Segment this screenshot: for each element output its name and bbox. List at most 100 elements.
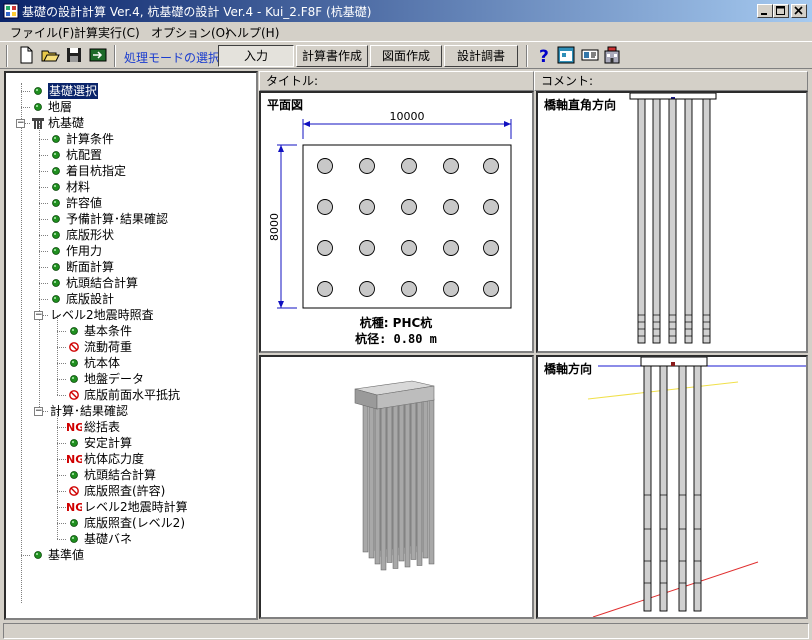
ng-badge-icon: NG	[66, 421, 82, 434]
tree-guide-line	[21, 107, 30, 108]
tree-item-label: 安定計算	[84, 436, 133, 450]
status-ok-icon	[52, 183, 60, 191]
perpendicular-view-title: 橋軸直角方向	[544, 98, 617, 112]
red-layer-line	[592, 561, 759, 617]
tree-item-label: 杭配置	[66, 148, 103, 162]
menu-calc[interactable]: 計算実行(C)	[74, 24, 140, 41]
pile-circle	[443, 199, 459, 215]
menu-bar: ファイル(F) 計算実行(C) オプション(O) ヘルプ(H)	[0, 22, 812, 41]
collapse-toggle-icon[interactable]: −	[34, 407, 43, 416]
tree-item-label: 予備計算･結果確認	[66, 212, 169, 226]
pile-elevation	[643, 365, 652, 612]
mode-select-label: 処理モードの選択	[124, 51, 221, 65]
status-ok-icon	[34, 103, 42, 111]
open-folder-icon[interactable]	[40, 45, 60, 65]
maximize-button[interactable]	[773, 4, 789, 18]
ng-badge-icon: NG	[66, 501, 82, 514]
tree-item-label: レベル2地震時計算	[84, 500, 188, 514]
close-button[interactable]	[791, 4, 807, 18]
tree-item-label: レベル2地震時照査	[50, 308, 154, 322]
3d-pile	[422, 396, 429, 559]
tree-guide-line	[39, 267, 48, 268]
calc-report-button[interactable]: 計算書作成	[296, 45, 368, 67]
save-icon[interactable]	[64, 45, 84, 65]
status-ok-icon	[70, 519, 78, 527]
tree-item-label: 底版形状	[66, 228, 115, 242]
export-icon[interactable]	[88, 45, 108, 65]
status-ok-icon	[70, 535, 78, 543]
tree-guide-line	[21, 555, 30, 556]
3d-pile	[410, 398, 417, 560]
collapse-toggle-icon[interactable]: −	[16, 119, 25, 128]
toolbar-grip	[6, 45, 8, 67]
tree-item-label: 基本条件	[84, 324, 133, 338]
tree-view[interactable]: 基礎選択 地層 − 杭基礎 計算条件 杭配置 着目杭指定 材料 許容値 予備計算･結果確認 底版形状…	[4, 71, 258, 620]
menu-file[interactable]: ファイル(F)	[10, 24, 74, 41]
tree-item-label: 許容値	[66, 196, 103, 210]
status-ok-icon	[70, 327, 78, 335]
tree-guide-line	[39, 251, 48, 252]
pile-circle	[359, 158, 375, 174]
pile-circle	[401, 158, 417, 174]
tree-guide-line	[21, 91, 30, 92]
3d-pile	[416, 400, 423, 566]
tree-item-label: 杭本体	[84, 356, 121, 370]
tree-item-label: 計算条件	[66, 132, 115, 146]
ng-badge-text: NG	[66, 501, 82, 514]
drawing-button[interactable]: 図面作成	[370, 45, 442, 67]
pile-circle	[443, 158, 459, 174]
menu-help[interactable]: ヘルプ(H)	[225, 24, 279, 41]
tree-guide-line	[57, 491, 66, 492]
pile-circle	[401, 199, 417, 215]
minimize-button[interactable]	[757, 4, 773, 18]
window-title: 基礎の設計計算 Ver.4, 杭基礎の設計 Ver.4 - Kui_2.F8F …	[22, 5, 372, 19]
pile-circle	[317, 158, 333, 174]
perpendicular-drawing	[629, 93, 717, 344]
tree-item-label: 基準値	[48, 548, 85, 562]
tree-guide-line	[57, 347, 66, 348]
id-card-icon[interactable]	[580, 45, 600, 65]
pile-circle	[483, 199, 499, 215]
pile-elevation	[652, 98, 661, 344]
title-bar[interactable]: 基礎の設計計算 Ver.4, 杭基礎の設計 Ver.4 - Kui_2.F8F …	[0, 0, 812, 22]
tree-item-label: 杭体応力度	[84, 452, 145, 466]
tree-item-label: 基礎選択	[46, 82, 100, 100]
tree-item-label: 底版照査(レベル2)	[84, 516, 185, 530]
plan-drawing: 10000 8000 杭種: PHC杭 杭径: 0.80 m	[268, 110, 512, 346]
tree-guide-line	[39, 299, 48, 300]
status-ok-icon	[52, 247, 60, 255]
perpendicular-view-panel: 橋軸直角方向	[536, 91, 808, 353]
toolbar: 処理モードの選択 入力 計算書作成 図面作成 設計調書 ?	[0, 41, 812, 69]
toolbar-separator	[526, 45, 528, 67]
status-cell	[3, 623, 809, 639]
design-report-button[interactable]: 設計調書	[444, 45, 518, 67]
tree-guide-line	[57, 331, 66, 332]
3d-pile	[368, 400, 375, 559]
tree-item-label: 底版前面水平抵抗	[84, 388, 181, 402]
comment-header[interactable]: コメント:	[534, 71, 808, 91]
tree-guide-line	[57, 427, 66, 428]
height-dimension-text: 8000	[268, 213, 281, 241]
app-icon	[3, 3, 19, 19]
tree-item-label: 底版設計	[66, 292, 115, 306]
ng-badge-text: NG	[66, 421, 82, 434]
help-icon[interactable]: ?	[534, 45, 554, 65]
collapse-toggle-icon[interactable]: −	[34, 311, 43, 320]
status-ok-icon	[70, 359, 78, 367]
tree-item-label: 杭頭結合計算	[66, 276, 139, 290]
width-dimension-text: 10000	[390, 110, 425, 123]
pile-circle	[483, 240, 499, 256]
pile-circle	[401, 281, 417, 297]
title-header[interactable]: タイトル:	[259, 71, 534, 91]
input-mode-button[interactable]: 入力	[218, 45, 294, 67]
close-icon	[794, 6, 803, 15]
tree-guide-line	[39, 219, 48, 220]
window-settings-icon[interactable]	[556, 45, 576, 65]
tree-guide-line	[39, 171, 48, 172]
menu-options[interactable]: オプション(O)	[151, 24, 230, 41]
pile-circle	[483, 158, 499, 174]
building-icon[interactable]	[602, 45, 622, 65]
status-ok-icon	[52, 199, 60, 207]
new-file-icon[interactable]	[16, 45, 36, 65]
pile-circle	[317, 240, 333, 256]
